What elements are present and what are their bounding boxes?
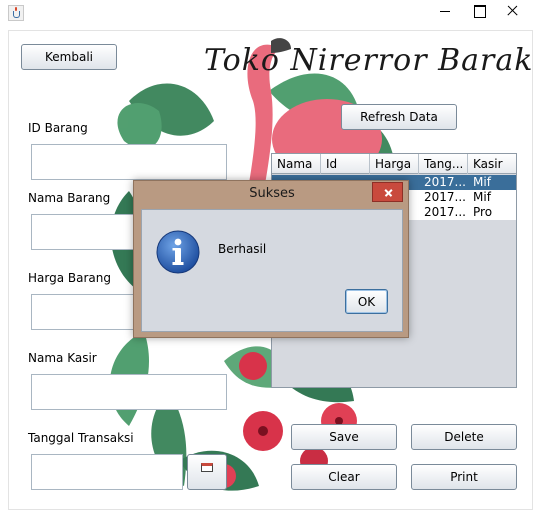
dialog-title: Sukses [249, 186, 295, 201]
java-icon [8, 5, 24, 21]
cell-kasir: Mif [473, 190, 491, 204]
harga-barang-label: Harga Barang [28, 271, 111, 285]
nama-barang-label: Nama Barang [28, 191, 111, 205]
table-header: Nama Id Harga Tang... Kasir [272, 154, 516, 174]
dialog-close-icon[interactable] [372, 182, 403, 202]
cell-tanggal: 2017... [424, 190, 466, 204]
tanggal-transaksi-label: Tanggal Transaksi [28, 431, 134, 445]
column-header-id[interactable]: Id [321, 154, 370, 174]
dialog-content: Berhasil OK [141, 209, 403, 332]
date-picker-button[interactable] [187, 454, 227, 490]
print-button[interactable]: Print [411, 464, 517, 490]
back-button[interactable]: Kembali [21, 44, 117, 70]
close-icon[interactable] [497, 0, 527, 22]
store-title: Toko Nirerror Barakallah [204, 43, 533, 78]
title-bar [0, 0, 541, 26]
column-header-harga[interactable]: Harga [370, 154, 419, 174]
cell-tanggal: 2017... [424, 175, 466, 189]
minimize-icon[interactable] [430, 0, 460, 22]
id-barang-input[interactable] [31, 144, 227, 180]
id-barang-label: ID Barang [28, 121, 88, 135]
cell-kasir: Mif [473, 175, 491, 189]
refresh-data-button[interactable]: Refresh Data [341, 104, 457, 130]
column-header-kasir[interactable]: Kasir [468, 154, 516, 174]
tanggal-transaksi-input[interactable] [31, 454, 183, 490]
cell-kasir: Pro [473, 205, 493, 219]
dialog-message: Berhasil [218, 242, 267, 256]
info-icon [156, 230, 200, 274]
cell-tanggal: 2017... [424, 205, 466, 219]
ok-button[interactable]: OK [345, 289, 388, 314]
save-button[interactable]: Save [291, 424, 397, 450]
maximize-icon[interactable] [465, 0, 495, 22]
clear-button[interactable]: Clear [291, 464, 397, 490]
delete-button[interactable]: Delete [411, 424, 517, 450]
calendar-icon [201, 463, 213, 472]
nama-kasir-label: Nama Kasir [28, 351, 97, 365]
nama-kasir-input[interactable] [31, 374, 227, 410]
column-header-tanggal[interactable]: Tang... [419, 154, 468, 174]
success-dialog: Sukses Berhasil OK [133, 180, 409, 338]
column-header-nama[interactable]: Nama [272, 154, 321, 174]
